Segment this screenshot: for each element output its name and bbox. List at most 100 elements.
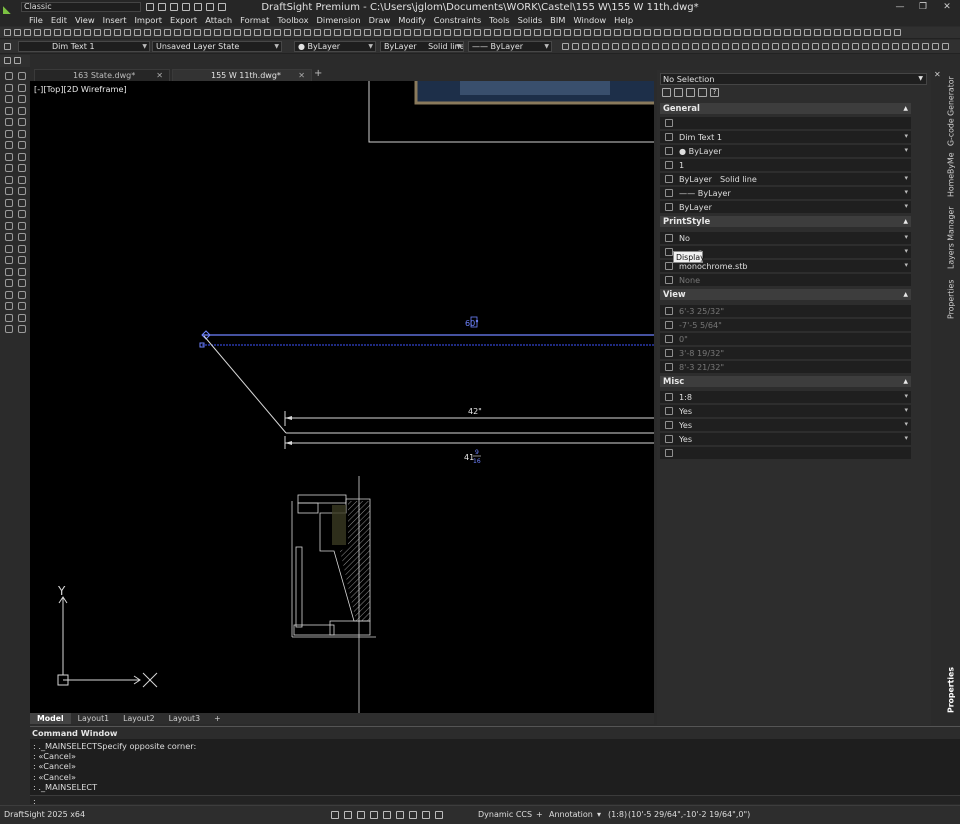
tool-icon[interactable]: [562, 43, 569, 50]
tool-icon[interactable]: [224, 29, 231, 36]
tool-icon[interactable]: [602, 43, 609, 50]
tool-icon[interactable]: [124, 29, 131, 36]
tool-icon[interactable]: [18, 152, 26, 161]
tab-properties-active[interactable]: Properties: [945, 666, 957, 714]
tab-layout1[interactable]: Layout1: [71, 713, 116, 724]
tool-icon[interactable]: [612, 43, 619, 50]
esnap-icon[interactable]: [383, 811, 391, 819]
prop-center-z[interactable]: 0": [660, 333, 911, 346]
tool-icon[interactable]: [872, 43, 879, 50]
menu-tools[interactable]: Tools: [485, 14, 513, 26]
tool-icon[interactable]: [504, 29, 511, 36]
tool-icon[interactable]: [184, 29, 191, 36]
viewport-label[interactable]: [-][Top][2D Wireframe]: [34, 84, 127, 94]
tool-icon[interactable]: [354, 29, 361, 36]
section-general[interactable]: General ▲: [660, 103, 911, 114]
tool-icon[interactable]: [24, 29, 31, 36]
tool-icon[interactable]: [824, 29, 831, 36]
tool-icon[interactable]: [854, 29, 861, 36]
tool-icon[interactable]: [534, 29, 541, 36]
layer-combo[interactable]: Dim Text 1 ▼: [18, 41, 150, 52]
tool-icon[interactable]: [384, 29, 391, 36]
tool-icon[interactable]: [284, 29, 291, 36]
workspace-select[interactable]: Classic: [21, 2, 141, 12]
lineweight-combo[interactable]: —— ByLayer ▼: [468, 41, 552, 52]
chevron-down-icon[interactable]: ▾: [597, 810, 601, 819]
tool-icon[interactable]: [204, 29, 211, 36]
etrack-icon[interactable]: [396, 811, 404, 819]
tool-icon[interactable]: [144, 29, 151, 36]
prop-ucs-at-origin[interactable]: Yes ▾: [660, 419, 911, 432]
tool-icon[interactable]: [18, 83, 26, 92]
snap-icon[interactable]: [331, 811, 339, 819]
tool-icon[interactable]: [732, 43, 739, 50]
menu-help[interactable]: Help: [610, 14, 637, 26]
new-tab-button[interactable]: +: [314, 69, 324, 80]
tool-icon[interactable]: [752, 43, 759, 50]
menu-window[interactable]: Window: [569, 14, 610, 26]
tool-icon[interactable]: [644, 29, 651, 36]
drawing-canvas[interactable]: 60" 42" 41 9 16 Y: [30, 81, 654, 713]
menu-export[interactable]: Export: [166, 14, 201, 26]
tool-icon[interactable]: [334, 29, 341, 36]
save-icon[interactable]: [170, 3, 178, 11]
tool-icon[interactable]: [18, 175, 26, 184]
tool-icon[interactable]: [902, 43, 909, 50]
tool-icon[interactable]: [782, 43, 789, 50]
filter-icon[interactable]: [698, 88, 707, 97]
tool-icon[interactable]: [572, 43, 579, 50]
tool-icon[interactable]: [582, 43, 589, 50]
tool-icon[interactable]: [5, 313, 13, 322]
tool-icon[interactable]: [664, 29, 671, 36]
prop-hyperlink[interactable]: [660, 117, 911, 130]
tool-icon[interactable]: [454, 29, 461, 36]
minimize-button[interactable]: —: [889, 1, 911, 13]
tool-icon[interactable]: [18, 302, 26, 310]
doc-tab-163-state[interactable]: 163 State.dwg* ✕: [34, 69, 170, 81]
tool-icon[interactable]: [18, 290, 26, 299]
prop-linescale[interactable]: 1: [660, 159, 911, 172]
rectangle-tool-icon[interactable]: [5, 106, 13, 115]
menu-view[interactable]: View: [71, 14, 99, 26]
close-window-button[interactable]: ✕: [936, 1, 958, 13]
tool-icon[interactable]: [912, 43, 919, 50]
tool-icon[interactable]: [5, 302, 13, 310]
tool-icon[interactable]: [632, 43, 639, 50]
tool-icon[interactable]: [18, 325, 26, 333]
tool-icon[interactable]: [892, 43, 899, 50]
tool-icon[interactable]: [5, 210, 13, 218]
tool-icon[interactable]: [18, 267, 26, 276]
tool-icon[interactable]: [624, 29, 631, 36]
tool-icon[interactable]: [274, 29, 281, 36]
tool-icon[interactable]: [324, 29, 331, 36]
close-icon[interactable]: ✕: [934, 70, 941, 79]
tool-icon[interactable]: [712, 43, 719, 50]
polar-icon[interactable]: [370, 811, 378, 819]
tool-icon[interactable]: [662, 43, 669, 50]
tool-icon[interactable]: [14, 29, 21, 36]
section-view[interactable]: View ▲: [660, 289, 911, 300]
tool-icon[interactable]: [18, 141, 26, 149]
linestyle-combo[interactable]: ByLayer Solid line ▼: [380, 41, 464, 52]
tool-icon[interactable]: [5, 244, 13, 253]
tool-icon[interactable]: [134, 29, 141, 36]
tool-icon[interactable]: [604, 29, 611, 36]
tool-icon[interactable]: [4, 29, 11, 36]
tool-icon[interactable]: [304, 29, 311, 36]
tool-icon[interactable]: [18, 187, 26, 195]
print-icon[interactable]: [194, 3, 202, 11]
tool-icon[interactable]: [5, 233, 13, 241]
tool-icon[interactable]: [14, 57, 21, 64]
tool-icon[interactable]: [5, 187, 13, 195]
tool-icon[interactable]: [94, 29, 101, 36]
section-printstyle[interactable]: PrintStyle ▲: [660, 216, 911, 227]
tool-icon[interactable]: [18, 256, 26, 264]
tool-icon[interactable]: [744, 29, 751, 36]
close-icon[interactable]: ✕: [156, 70, 163, 81]
tool-icon[interactable]: [404, 29, 411, 36]
tool-icon[interactable]: [514, 29, 521, 36]
tool-icon[interactable]: [702, 43, 709, 50]
tool-icon[interactable]: [484, 29, 491, 36]
menu-format[interactable]: Format: [236, 14, 273, 26]
tool-icon[interactable]: [642, 43, 649, 50]
